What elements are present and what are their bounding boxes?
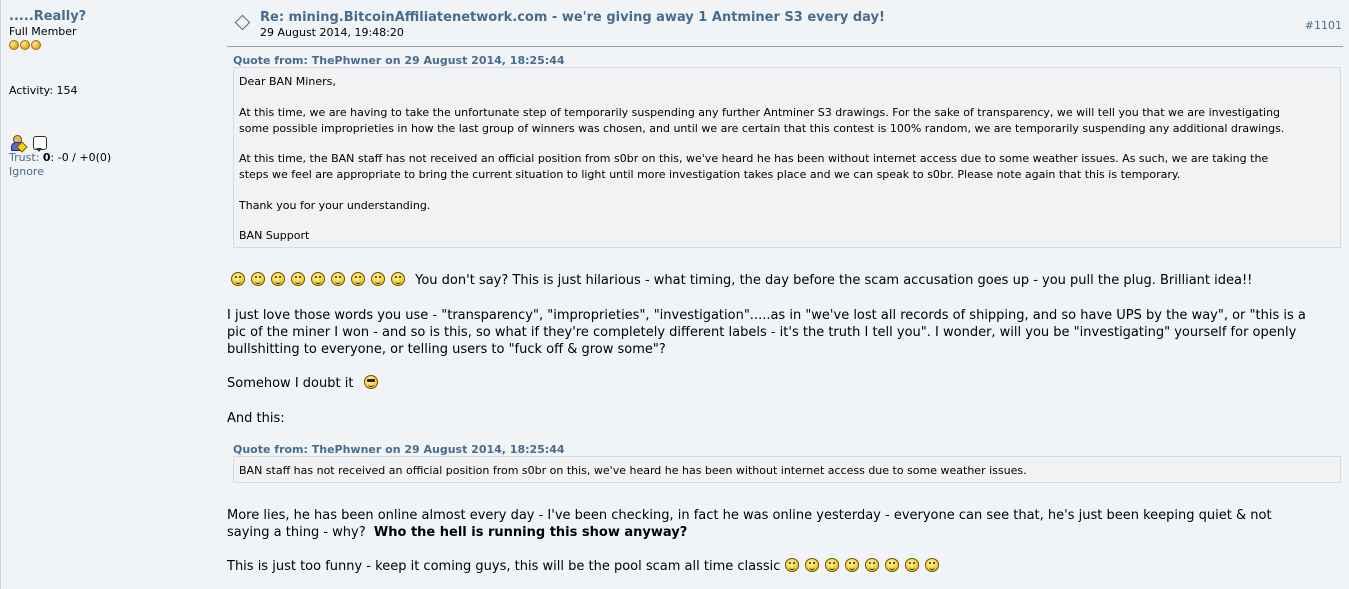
grin-smiley-icon [311, 272, 325, 286]
quote-line: some possible improprieties in how the l… [239, 122, 1285, 135]
body-text: This is just too funny - keep it coming … [227, 559, 781, 574]
quote-line: Thank you for your understanding. [239, 199, 431, 212]
quote-line: steps we feel are appropriate to bring t… [239, 168, 1181, 181]
header-divider [227, 46, 1343, 47]
coin-icon [31, 40, 41, 50]
quote-line: At this time, the BAN staff has not rece… [239, 152, 1269, 165]
trust-detail: : -0 / +0(0) [50, 151, 112, 164]
body-text: saying a thing - why? [227, 525, 366, 540]
quote-line: BAN staff has not received an official p… [239, 464, 1027, 477]
grin-smiley-icon [231, 272, 245, 286]
post-number-link[interactable]: #1101 [1305, 19, 1342, 32]
post-subject-icon [233, 14, 253, 30]
body-paragraph: This is just too funny - keep it coming … [227, 558, 1339, 575]
quote-box: BAN staff has not received an official p… [233, 456, 1341, 483]
grin-smiley-icon [391, 272, 405, 286]
grin-smiley-icon [371, 272, 385, 286]
trust-link[interactable]: Trust: [9, 151, 39, 164]
profile-icon[interactable] [9, 134, 28, 153]
quote-header-link[interactable]: Quote from: ThePhwner on 29 August 2014,… [233, 443, 565, 456]
quote-line: At this time, we are having to take the … [239, 106, 1281, 119]
bold-text: Who the hell is running this show anyway… [373, 525, 688, 540]
quote-header-link[interactable]: Quote from: ThePhwner on 29 August 2014,… [233, 54, 565, 67]
poster-name-link[interactable]: .....Really? [9, 8, 209, 25]
body-paragraph: More lies, he has been online almost eve… [227, 507, 1339, 541]
activity-count: Activity: 154 [9, 84, 78, 97]
personal-message-icon[interactable] [33, 136, 47, 152]
grin-smiley-icon [844, 558, 859, 572]
post-date: 29 August 2014, 19:48:20 [260, 26, 404, 39]
grin-smiley-icon [884, 558, 899, 572]
grin-smiley-icon [924, 558, 939, 572]
poster-info: .....Really? Full Member Activity: 154 T… [9, 8, 209, 179]
post-subject-link[interactable]: Re: mining.BitcoinAffiliatenetwork.com -… [260, 9, 885, 26]
body-text: bullshitting to everyone, or telling use… [227, 342, 666, 357]
quote-box: Dear BAN Miners, At this time, we are ha… [233, 67, 1341, 248]
grin-smiley-icon [291, 272, 305, 286]
body-text: Somehow I doubt it [227, 376, 354, 391]
smiley-row: You don't say? This is just hilarious - … [231, 272, 1343, 289]
body-text: You don't say? This is just hilarious - … [415, 273, 1253, 288]
body-paragraph: And this: [227, 410, 1339, 427]
grin-smiley-icon [824, 558, 839, 572]
trust-line: Trust: 0: -0 / +0(0) [9, 151, 209, 165]
grin-smiley-icon [784, 558, 799, 572]
trust-score: 0 [42, 151, 51, 164]
quote-line: Dear BAN Miners, [239, 75, 336, 88]
body-text: And this: [227, 411, 285, 426]
rank-stars [9, 40, 209, 51]
grin-smiley-icon [331, 272, 345, 286]
grin-smiley-icon [904, 558, 919, 572]
body-text: pic of the miner I won - and so is this,… [227, 325, 1297, 340]
body-text: I just love those words you use - "trans… [227, 308, 1306, 323]
body-paragraph: Somehow I doubt it [227, 375, 1339, 392]
left-border [0, 0, 1, 589]
grin-smiley-icon [251, 272, 265, 286]
grin-smiley-icon [864, 558, 879, 572]
grin-smiley-icon [271, 272, 285, 286]
grin-smiley-icon [804, 558, 819, 572]
coin-icon [9, 40, 19, 50]
poster-icons [9, 132, 209, 153]
body-paragraph: I just love those words you use - "trans… [227, 307, 1339, 358]
grin-smiley-icon [351, 272, 365, 286]
poster-rank: Full Member [9, 25, 77, 38]
quote-line: BAN Support [239, 229, 310, 242]
body-text: More lies, he has been online almost eve… [227, 508, 1272, 523]
ignore-link[interactable]: Ignore [9, 165, 209, 179]
cool-smiley-icon [363, 375, 378, 389]
coin-icon [20, 40, 30, 50]
